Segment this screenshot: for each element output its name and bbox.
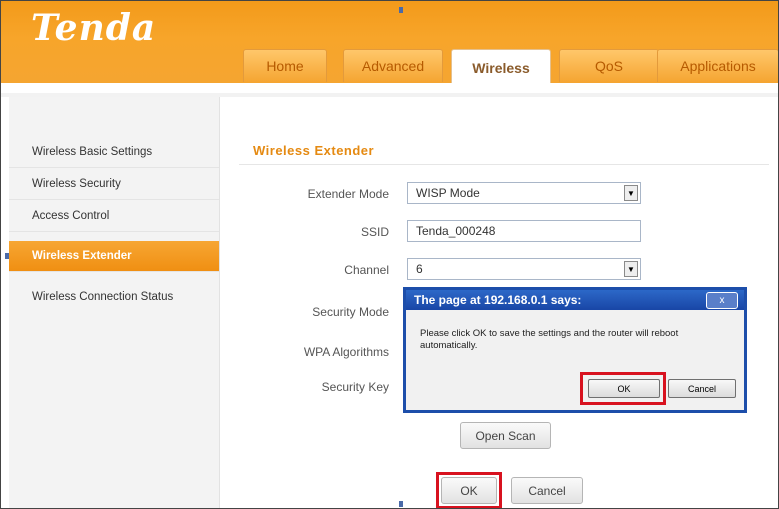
channel-label: Channel (344, 263, 389, 277)
chevron-down-icon[interactable]: ▼ (624, 261, 638, 277)
cancel-button[interactable]: Cancel (511, 477, 583, 504)
page-title: Wireless Extender (253, 143, 375, 158)
sidebar-item-wireless-security[interactable]: Wireless Security (9, 169, 219, 200)
wpa-algorithms-label: WPA Algorithms (303, 345, 389, 359)
sidebar: Wireless Basic Settings Wireless Securit… (9, 97, 220, 508)
ssid-input[interactable]: Tenda_000248 (407, 220, 641, 242)
tenda-logo: Tenda (31, 7, 157, 49)
extender-mode-label: Extender Mode (307, 187, 389, 201)
dialog-title: The page at 192.168.0.1 says: (414, 293, 582, 307)
alert-dialog: The page at 192.168.0.1 says: x Please c… (403, 287, 747, 413)
security-key-label: Security Key (321, 380, 389, 394)
browser-frame: Tenda Home Advanced Wireless QoS Applica… (0, 0, 779, 509)
sidebar-item-wireless-basic-settings[interactable]: Wireless Basic Settings (9, 137, 219, 168)
chevron-down-icon[interactable]: ▼ (624, 185, 638, 201)
dialog-ok-highlight (580, 372, 666, 405)
sidebar-item-wireless-extender[interactable]: Wireless Extender (9, 241, 219, 272)
open-scan-button[interactable]: Open Scan (460, 422, 551, 449)
title-divider (239, 164, 769, 165)
close-icon[interactable]: x (706, 292, 738, 309)
dialog-title-bar: The page at 192.168.0.1 says: x (406, 290, 744, 310)
channel-select[interactable]: 6 ▼ (407, 258, 641, 280)
sidebar-item-wireless-connection-status[interactable]: Wireless Connection Status (9, 281, 219, 312)
dialog-cancel-button[interactable]: Cancel (668, 379, 736, 398)
tab-qos[interactable]: QoS (559, 49, 659, 82)
tab-wireless[interactable]: Wireless (451, 49, 551, 85)
channel-value: 6 (416, 262, 423, 276)
selection-handle-top (399, 7, 403, 13)
ok-button-highlight (436, 472, 502, 508)
dialog-message: Please click OK to save the settings and… (420, 328, 679, 351)
extender-mode-select[interactable]: WISP Mode ▼ (407, 182, 641, 204)
tab-home[interactable]: Home (243, 49, 327, 82)
sidebar-item-access-control[interactable]: Access Control (9, 201, 219, 232)
header-bar: Tenda Home Advanced Wireless QoS Applica… (1, 1, 778, 85)
selection-handle-bottom (399, 501, 403, 507)
main-nav-tabs: Home Advanced Wireless QoS Applications (233, 49, 778, 85)
ssid-label: SSID (360, 225, 389, 239)
security-mode-label: Security Mode (312, 305, 389, 319)
tab-applications[interactable]: Applications (657, 49, 778, 82)
extender-mode-value: WISP Mode (416, 186, 480, 200)
tab-advanced[interactable]: Advanced (343, 49, 443, 82)
